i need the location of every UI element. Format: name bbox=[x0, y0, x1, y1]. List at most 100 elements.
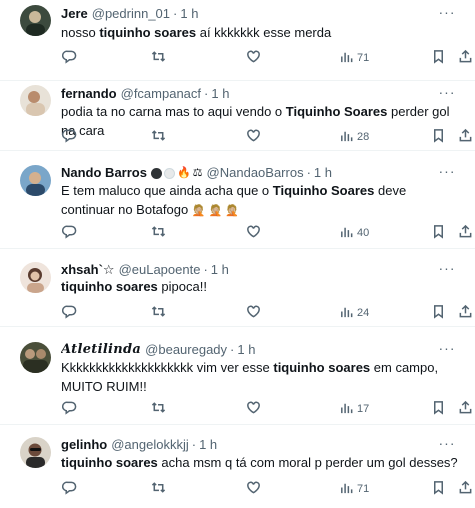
tweet-text-highlight: tiquinho soares bbox=[273, 360, 371, 375]
bookmark-icon bbox=[431, 224, 446, 242]
reply-icon bbox=[62, 128, 77, 146]
like-button[interactable] bbox=[246, 127, 261, 147]
more-icon[interactable]: ··· bbox=[437, 85, 457, 103]
tweet[interactable]: gelinho @angelokkkjj · 1 h ··· tiquinho … bbox=[0, 425, 475, 508]
share-button[interactable] bbox=[458, 479, 473, 499]
retweet-button[interactable] bbox=[151, 479, 166, 499]
retweet-button[interactable] bbox=[151, 48, 166, 68]
more-icon[interactable]: ··· bbox=[437, 5, 457, 23]
retweet-button[interactable] bbox=[151, 127, 166, 147]
timestamp[interactable]: 1 h bbox=[199, 436, 217, 454]
display-name[interactable]: gelinho bbox=[61, 436, 107, 454]
separator: · bbox=[306, 165, 311, 180]
like-icon bbox=[246, 224, 261, 242]
like-button[interactable] bbox=[246, 479, 261, 499]
bookmark-button[interactable] bbox=[431, 48, 446, 68]
retweet-icon bbox=[151, 400, 166, 418]
bookmark-button[interactable] bbox=[431, 479, 446, 499]
display-name[interactable]: fernando bbox=[61, 85, 117, 103]
share-button[interactable] bbox=[458, 48, 473, 68]
bookmark-icon bbox=[431, 128, 446, 146]
views-icon bbox=[339, 480, 354, 498]
like-button[interactable] bbox=[246, 399, 261, 419]
avatar[interactable] bbox=[20, 342, 51, 373]
views-button[interactable]: 40 bbox=[339, 223, 369, 243]
tweet[interactable]: xhsah`☆ @euLapoente · 1 h ··· tiquinho s… bbox=[0, 249, 475, 327]
views-icon bbox=[339, 224, 354, 242]
avatar[interactable] bbox=[20, 165, 51, 196]
avatar[interactable] bbox=[20, 5, 51, 36]
tweet-text-part: pipoca!! bbox=[157, 279, 207, 294]
share-button[interactable] bbox=[458, 303, 473, 323]
tweet-text-part: podia ta no carna mas to aqui vendo o bbox=[61, 104, 286, 119]
tweet[interactable]: Atletilinda @beauregady · 1 h ··· Kkkkkk… bbox=[0, 327, 475, 425]
bookmark-button[interactable] bbox=[431, 127, 446, 147]
user-handle[interactable]: @NandaoBarros bbox=[207, 164, 304, 182]
user-handle[interactable]: @angelokkkjj bbox=[111, 436, 189, 454]
like-icon bbox=[246, 480, 261, 498]
reply-icon bbox=[62, 480, 77, 498]
timestamp[interactable]: 1 h bbox=[180, 5, 198, 23]
like-icon bbox=[246, 49, 261, 67]
tweet[interactable]: Nando Barros 🔥 ⚖ @NandaoBarros · 1 h ···… bbox=[0, 151, 475, 249]
separator: · bbox=[230, 342, 235, 357]
more-icon[interactable]: ··· bbox=[437, 436, 457, 454]
tweet-text-highlight: tiquinho soares bbox=[61, 279, 158, 294]
retweet-icon bbox=[151, 128, 166, 146]
tweet[interactable]: Jere @pedrinn_01 · 1 h ··· nosso tiquinh… bbox=[0, 0, 475, 81]
more-icon[interactable]: ··· bbox=[437, 164, 457, 182]
retweet-icon bbox=[151, 480, 166, 498]
reply-button[interactable] bbox=[62, 479, 77, 499]
display-name[interactable]: Nando Barros bbox=[61, 164, 147, 182]
separator: · bbox=[204, 86, 209, 101]
views-button[interactable]: 28 bbox=[339, 127, 369, 147]
reply-button[interactable] bbox=[62, 48, 77, 68]
reply-button[interactable] bbox=[62, 399, 77, 419]
light-circle-icon bbox=[163, 167, 175, 179]
reply-button[interactable] bbox=[62, 127, 77, 147]
user-handle[interactable]: @fcampanacf bbox=[121, 85, 201, 103]
reply-button[interactable] bbox=[62, 303, 77, 323]
display-name[interactable]: Atletilinda bbox=[61, 341, 141, 359]
views-button[interactable]: 71 bbox=[339, 48, 369, 68]
tweet-header: Jere @pedrinn_01 · 1 h bbox=[61, 5, 435, 23]
more-icon[interactable]: ··· bbox=[437, 341, 457, 359]
retweet-button[interactable] bbox=[151, 399, 166, 419]
share-button[interactable] bbox=[458, 399, 473, 419]
timestamp[interactable]: 1 h bbox=[237, 341, 255, 359]
avatar[interactable] bbox=[20, 85, 51, 116]
bookmark-icon bbox=[431, 400, 446, 418]
avatar[interactable] bbox=[20, 262, 51, 293]
share-button[interactable] bbox=[458, 223, 473, 243]
like-button[interactable] bbox=[246, 223, 261, 243]
tweet-text-part: E tem maluco que ainda acha que o bbox=[61, 183, 273, 198]
retweet-button[interactable] bbox=[151, 303, 166, 323]
retweet-button[interactable] bbox=[151, 223, 166, 243]
like-icon bbox=[246, 304, 261, 322]
bookmark-icon bbox=[431, 304, 446, 322]
like-button[interactable] bbox=[246, 303, 261, 323]
tweet-text: tiquinho soares pipoca!! bbox=[61, 277, 461, 296]
views-button[interactable]: 24 bbox=[339, 303, 369, 323]
like-button[interactable] bbox=[246, 48, 261, 68]
timestamp[interactable]: 1 h bbox=[314, 164, 332, 182]
user-handle[interactable]: @beauregady bbox=[145, 341, 227, 359]
views-button[interactable]: 17 bbox=[339, 399, 369, 419]
retweet-icon bbox=[151, 49, 166, 67]
views-button[interactable]: 71 bbox=[339, 479, 369, 499]
tweet-text-part: Kkkkkkkkkkkkkkkkkkkk vim ver esse bbox=[61, 360, 274, 375]
display-name[interactable]: Jere bbox=[61, 5, 88, 23]
tweet[interactable]: fernando @fcampanacf · 1 h ··· podia ta … bbox=[0, 81, 475, 151]
avatar[interactable] bbox=[20, 437, 51, 468]
share-button[interactable] bbox=[458, 127, 473, 147]
bookmark-button[interactable] bbox=[431, 303, 446, 323]
views-icon bbox=[339, 304, 354, 322]
reply-button[interactable] bbox=[62, 223, 77, 243]
user-handle[interactable]: @pedrinn_01 bbox=[92, 5, 170, 23]
tweet-actions: 17 bbox=[52, 399, 472, 419]
name-badges: 🔥 ⚖ bbox=[150, 167, 203, 179]
timestamp[interactable]: 1 h bbox=[211, 85, 229, 103]
retweet-icon bbox=[151, 304, 166, 322]
bookmark-button[interactable] bbox=[431, 223, 446, 243]
bookmark-button[interactable] bbox=[431, 399, 446, 419]
